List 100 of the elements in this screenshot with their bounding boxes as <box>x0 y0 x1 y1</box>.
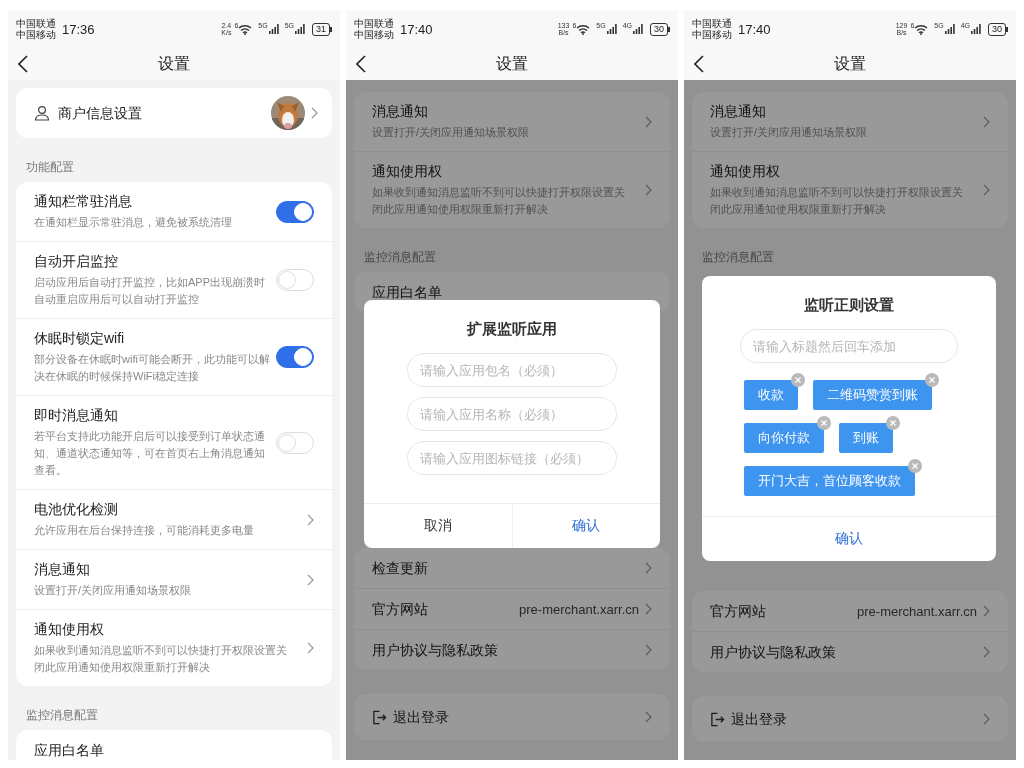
clock-time: 17:36 <box>62 21 95 37</box>
signal-icon <box>944 24 955 34</box>
row-title: 通知使用权 <box>34 620 104 638</box>
logout-icon <box>710 711 725 727</box>
input-field[interactable]: 请输入标题然后回车添加 <box>740 329 958 363</box>
carrier-label: 中国移动 <box>354 29 394 40</box>
battery-level: 30 <box>988 22 1006 36</box>
chevron-right-icon <box>983 713 990 725</box>
carrier-label: 中国移动 <box>16 29 56 40</box>
person-icon <box>34 105 50 121</box>
carrier-label: 中国联通 <box>354 18 394 29</box>
setting-row[interactable]: 应用白名单 <box>16 730 332 760</box>
section-heading: 监控消息配置 <box>701 249 775 266</box>
setting-row[interactable]: 用户协议与隐私政策 <box>354 630 670 670</box>
profile-row[interactable]: 商户信息设置 <box>16 88 332 138</box>
row-title: 消息通知 <box>710 102 766 120</box>
row-description: 设置打开/关闭应用通知场景权限 <box>34 583 192 598</box>
row-title: 官方网站 <box>372 600 428 618</box>
clock-time: 17:40 <box>738 21 771 37</box>
signal-icon <box>268 24 279 34</box>
confirm-button[interactable]: 确认 <box>702 517 996 561</box>
row-title: 通知使用权 <box>372 162 442 180</box>
setting-row[interactable]: 消息通知 设置打开/关闭应用通知场景权限 <box>16 550 332 610</box>
chevron-right-icon <box>645 115 652 128</box>
row-description: 部分设备在休眠时wifi可能会断开，此功能可以解决在休眠的时候保持WiFi稳定连接 <box>34 352 270 384</box>
battery-level: 31 <box>312 22 330 36</box>
row-title: 通知使用权 <box>710 162 780 180</box>
row-title: 用户协议与隐私政策 <box>710 643 836 661</box>
page-title: 设置 <box>496 53 528 74</box>
carrier-label: 中国联通 <box>692 18 732 29</box>
section-heading: 监控消息配置 <box>363 249 437 266</box>
cancel-button[interactable]: 取消 <box>364 504 512 548</box>
back-icon[interactable] <box>694 55 704 73</box>
page-title: 设置 <box>834 53 866 74</box>
signal-icon <box>971 24 981 34</box>
setting-row[interactable]: 通知使用权 如果收到通知消息监听不到可以快捷打开权限设置关闭此应用通知使用权限重新打开解决 <box>16 610 332 686</box>
dialog-title: 监听正则设置 <box>804 295 894 315</box>
chevron-right-icon <box>307 642 314 654</box>
row-title: 退出登录 <box>393 708 449 726</box>
remove-icon[interactable] <box>817 416 831 430</box>
signal-icon <box>606 24 617 34</box>
section-heading: 监控消息配置 <box>25 707 99 724</box>
row-title: 休眠时锁定wifi <box>34 329 125 347</box>
row-title: 商户信息设置 <box>58 104 142 122</box>
setting-row[interactable]: 官方网站 pre-merchant.xarr.cn <box>354 589 670 630</box>
input-field[interactable]: 请输入应用包名（必须） <box>407 353 617 387</box>
back-icon[interactable] <box>356 55 366 73</box>
section-heading: 功能配置 <box>25 159 75 176</box>
remove-icon[interactable] <box>908 459 922 473</box>
setting-row[interactable]: 消息通知 设置打开/关闭应用通知场景权限 <box>692 92 1008 152</box>
setting-row[interactable]: 官方网站 pre-merchant.xarr.cn <box>692 591 1008 632</box>
dialog-title: 扩展监听应用 <box>467 319 557 339</box>
remove-icon[interactable] <box>925 373 939 387</box>
chevron-right-icon <box>645 644 652 656</box>
wifi-icon <box>576 23 591 35</box>
toggle-switch[interactable] <box>276 346 314 368</box>
row-title: 电池优化检测 <box>34 500 118 518</box>
row-value: pre-merchant.xarr.cn <box>519 601 639 617</box>
row-description: 启动应用后自动打开监控，比如APP出现崩溃时自动重启应用后可以自动打开监控 <box>34 275 266 307</box>
setting-row[interactable]: 电池优化检测 允许应用在后台保持连接，可能消耗更多电量 <box>16 490 332 550</box>
chevron-right-icon <box>983 184 990 196</box>
row-title: 检查更新 <box>372 559 428 577</box>
input-field[interactable]: 请输入应用图标链接（必须） <box>407 441 617 475</box>
setting-row[interactable]: 消息通知 设置打开/关闭应用通知场景权限 <box>354 92 670 152</box>
carrier-label: 中国联通 <box>16 18 56 29</box>
logout-row[interactable]: 退出登录 <box>354 694 670 740</box>
row-description: 若平台支持此功能开启后可以接受到订单状态通知、通道状态通知等，可在首页右上角消息通知查看。 <box>34 429 266 478</box>
signal-icon <box>295 24 305 34</box>
row-title: 应用白名单 <box>34 741 104 759</box>
toggle-switch[interactable] <box>276 200 314 223</box>
chevron-right-icon <box>645 603 652 615</box>
logout-icon <box>372 709 387 725</box>
row-description: 如果收到通知消息监听不到可以快捷打开权限设置关闭此应用通知使用权限重新打开解决 <box>710 185 964 217</box>
clock-time: 17:40 <box>400 21 433 37</box>
page-title: 设置 <box>158 53 190 74</box>
chevron-right-icon <box>645 711 652 723</box>
remove-icon[interactable] <box>791 373 805 387</box>
chevron-right-icon <box>307 573 314 586</box>
row-description: 设置打开/关闭应用通知场景权限 <box>710 125 868 140</box>
setting-row[interactable]: 通知使用权 如果收到通知消息监听不到可以快捷打开权限设置关闭此应用通知使用权限重新打开解决 <box>354 152 670 228</box>
chevron-right-icon <box>645 562 652 574</box>
back-icon[interactable] <box>18 55 28 73</box>
row-title: 通知栏常驻消息 <box>34 192 132 210</box>
wifi-icon <box>238 23 253 35</box>
remove-icon[interactable] <box>886 416 900 430</box>
logout-row[interactable]: 退出登录 <box>692 696 1008 742</box>
row-title: 消息通知 <box>372 102 428 120</box>
row-title: 退出登录 <box>731 710 787 728</box>
row-title: 自动开启监控 <box>34 252 118 270</box>
row-description: 在通知栏显示常驻消息，避免被系统清理 <box>34 215 232 230</box>
setting-row[interactable]: 用户协议与隐私政策 <box>692 632 1008 672</box>
setting-row[interactable]: 检查更新 <box>354 548 670 589</box>
row-title: 消息通知 <box>34 560 90 578</box>
row-title: 应用白名单 <box>372 283 442 301</box>
input-field[interactable]: 请输入应用名称（必须） <box>407 397 617 431</box>
setting-row[interactable]: 通知使用权 如果收到通知消息监听不到可以快捷打开权限设置关闭此应用通知使用权限重新打开解决 <box>692 152 1008 228</box>
battery-level: 30 <box>650 22 668 36</box>
wifi-icon <box>914 23 929 35</box>
row-value: pre-merchant.xarr.cn <box>857 603 977 619</box>
row-title: 即时消息通知 <box>34 406 118 424</box>
